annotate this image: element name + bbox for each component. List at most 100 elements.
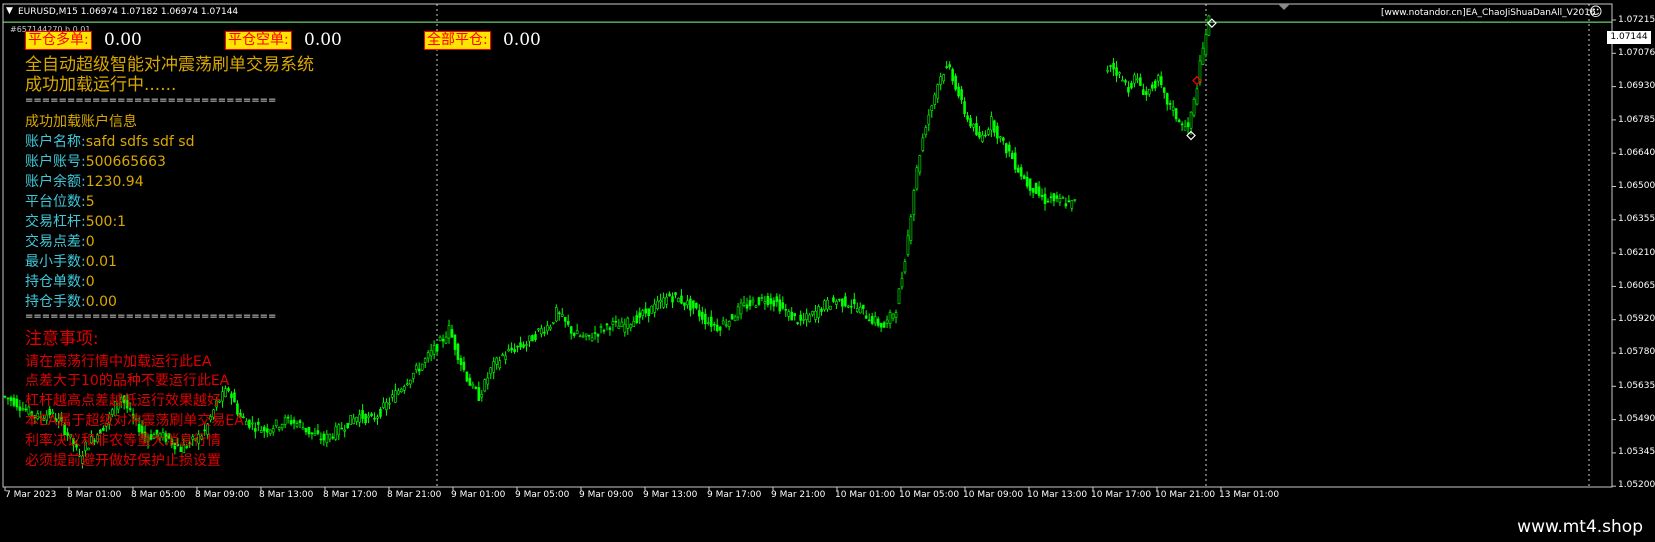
candle-body — [978, 131, 981, 138]
candle-body — [265, 428, 269, 433]
candle-body — [1043, 193, 1047, 204]
time-tick: 9 Mar 05:00 — [515, 490, 570, 500]
candle-body — [1022, 175, 1026, 180]
candle-body — [554, 307, 558, 322]
price-tick: 1.06355 — [1618, 214, 1655, 224]
candle-body — [617, 325, 621, 329]
candle-body — [715, 324, 719, 332]
candle-body — [552, 321, 555, 324]
candle-body — [1133, 74, 1136, 84]
candle-body — [754, 305, 758, 308]
candle-body — [829, 305, 832, 310]
close-sell-value: 0.00 — [304, 30, 342, 50]
candle-body — [1010, 152, 1014, 160]
candle-body — [334, 426, 338, 440]
candle-body — [823, 300, 826, 310]
candle-body — [689, 298, 692, 311]
candle-body — [355, 417, 358, 422]
candle-body — [665, 296, 668, 305]
candle-body — [259, 430, 263, 433]
candle-body — [468, 377, 472, 386]
candle-body — [456, 343, 460, 360]
close-buy-value: 0.00 — [104, 30, 142, 50]
candle-body — [805, 313, 808, 320]
chart-window[interactable]: ▼ EURUSD,M15 1.06974 1.07182 1.06974 1.0… — [0, 0, 1655, 542]
candle-body — [966, 115, 969, 120]
candle-body — [325, 433, 329, 444]
candle-body — [915, 167, 919, 190]
candle-body — [310, 432, 314, 435]
candle-body — [373, 417, 376, 420]
candle-body — [650, 305, 653, 314]
candle-body — [832, 297, 835, 302]
candle-body — [721, 320, 725, 325]
candle-body — [742, 302, 746, 306]
candle-body — [316, 430, 320, 434]
divider-2: ============================== — [25, 311, 277, 322]
candle-body — [474, 386, 478, 389]
candle-body — [1007, 144, 1011, 152]
candle-body — [626, 317, 630, 329]
close-all-button[interactable]: 全部平仓: — [424, 31, 491, 50]
candle-body — [894, 312, 898, 318]
candle-body — [960, 89, 963, 101]
candle-body — [569, 326, 573, 334]
current-price-tag: 1.07144 — [1607, 31, 1651, 44]
smiley-icon[interactable]: ☺ — [1589, 6, 1603, 19]
price-tick: 1.06500 — [1618, 181, 1655, 191]
candle-body — [492, 361, 496, 373]
candle-body — [811, 311, 814, 315]
candle-body — [590, 337, 594, 342]
candle-body — [605, 323, 609, 326]
candle-body — [382, 402, 385, 408]
candle-body — [614, 320, 618, 323]
candle-body — [757, 297, 761, 305]
candle-body — [516, 345, 519, 348]
candle-body — [1073, 199, 1077, 201]
candle-body — [814, 310, 817, 320]
candle-body — [951, 69, 954, 82]
price-tick: 1.06065 — [1618, 281, 1655, 291]
candle-body — [18, 406, 22, 411]
candle-body — [379, 408, 382, 417]
candle-body — [292, 419, 296, 424]
candle-body — [999, 136, 1002, 139]
candle-body — [1058, 198, 1062, 203]
candle-body — [504, 355, 507, 360]
candle-body — [447, 325, 451, 339]
candle-body — [304, 428, 308, 433]
close-buy-button[interactable]: 平仓多单: — [25, 31, 92, 50]
candle-body — [367, 415, 370, 418]
note-item: 利率决议和非农等重大消息行情 — [25, 433, 221, 449]
candle-body — [990, 116, 993, 131]
candle-body — [429, 350, 433, 357]
candle-body — [394, 390, 397, 403]
candle-body — [1127, 86, 1130, 93]
divider: ============================== — [25, 95, 277, 106]
candle-body — [307, 426, 311, 435]
candle-body — [403, 386, 406, 391]
candle-body — [1028, 178, 1032, 191]
candle-body — [1183, 126, 1187, 131]
load-status: 成功加载运行中...... — [25, 75, 177, 95]
candle-body — [444, 336, 448, 344]
candle-body — [611, 321, 615, 325]
account-header: 成功加载账户信息 — [25, 114, 137, 130]
chart-canvas[interactable] — [0, 0, 1655, 542]
candle-body — [268, 429, 272, 434]
window-menu-icon[interactable]: ▼ — [6, 7, 13, 16]
candle-body — [557, 312, 561, 315]
candle-body — [912, 190, 916, 215]
candle-body — [400, 388, 403, 392]
candle-body — [1204, 34, 1208, 56]
candle-body — [987, 129, 990, 135]
candle-body — [727, 321, 731, 327]
candle-body — [1195, 88, 1199, 105]
candle-body — [1186, 122, 1190, 127]
note-item: 点差大于10的品种不要运行此EA — [25, 373, 230, 389]
candle-body — [706, 322, 710, 324]
close-sell-button[interactable]: 平仓空单: — [225, 31, 292, 50]
chart-border — [2, 3, 1613, 488]
candle-body — [730, 314, 734, 320]
candle-body — [566, 320, 570, 325]
